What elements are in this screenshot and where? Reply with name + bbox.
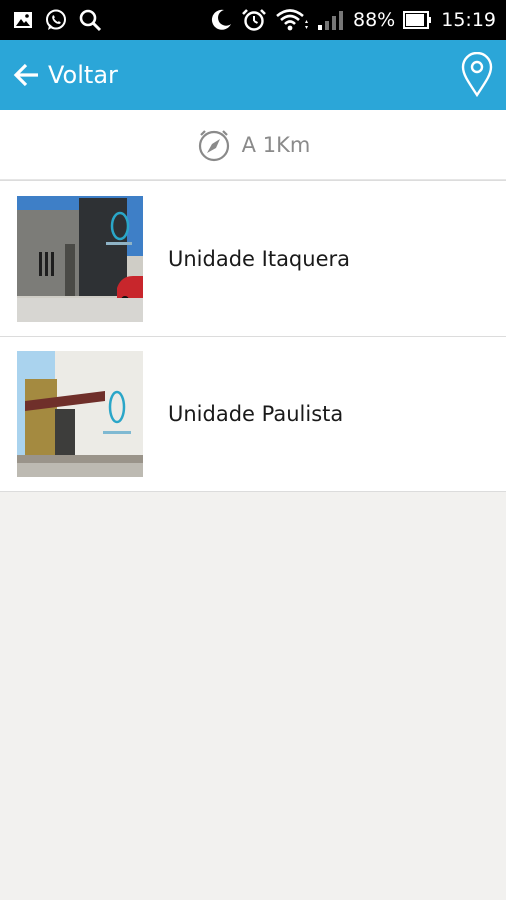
arrow-left-icon	[12, 61, 40, 89]
wifi-icon	[275, 7, 309, 33]
back-button[interactable]: Voltar	[0, 40, 130, 110]
search-icon	[78, 8, 102, 32]
app-bar: Voltar	[0, 40, 506, 110]
distance-filter[interactable]: A 1Km	[0, 110, 506, 180]
distance-label: A 1Km	[241, 132, 311, 157]
moon-icon	[209, 8, 233, 32]
compass-icon	[196, 127, 232, 163]
location-item-paulista[interactable]: Unidade Paulista	[0, 336, 506, 492]
location-name: Unidade Itaquera	[168, 246, 350, 271]
map-pin-icon	[460, 52, 494, 98]
battery-percent: 88%	[353, 9, 396, 31]
location-item-itaquera[interactable]: Unidade Itaquera	[0, 180, 506, 336]
battery-icon	[403, 9, 433, 31]
back-label: Voltar	[48, 61, 118, 89]
locations-list: Unidade Itaquera Unidade Paulista	[0, 180, 506, 492]
location-photo	[17, 195, 143, 322]
whatsapp-icon	[44, 8, 68, 32]
location-name: Unidade Paulista	[168, 402, 344, 426]
status-time: 15:19	[441, 9, 496, 31]
location-photo	[17, 351, 143, 477]
alarm-icon	[241, 7, 267, 33]
image-icon	[12, 9, 34, 31]
status-bar: 88% 15:19	[0, 0, 506, 40]
map-button[interactable]	[460, 52, 494, 98]
signal-icon	[317, 8, 345, 32]
